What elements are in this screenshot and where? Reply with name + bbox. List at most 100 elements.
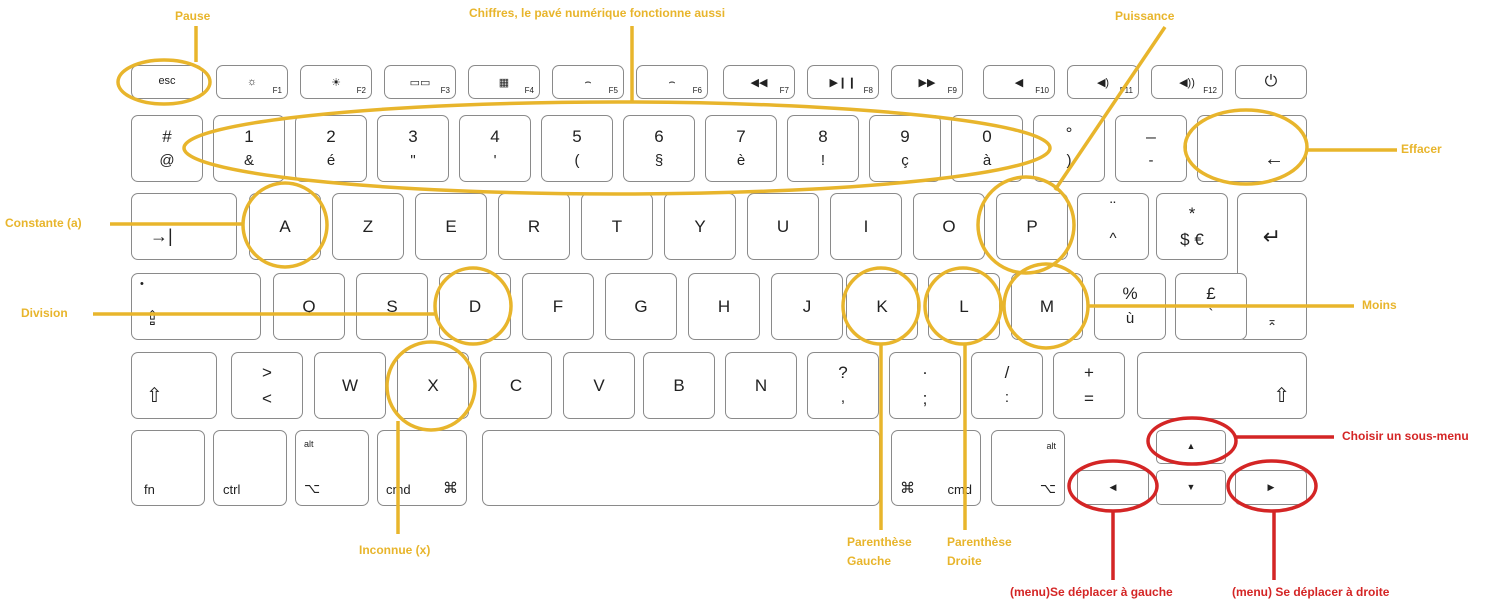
annotation-division: Division xyxy=(21,306,68,320)
key-l[interactable]: L xyxy=(928,273,1000,340)
key-9[interactable]: 9 ç xyxy=(869,115,941,182)
key-o[interactable]: O xyxy=(913,193,985,260)
key-c[interactable]: C xyxy=(480,352,552,419)
key-4[interactable]: 4 ' xyxy=(459,115,531,182)
key-f2[interactable]: ☀ F2 xyxy=(300,65,372,99)
key-minus[interactable]: _ - xyxy=(1115,115,1187,182)
key-pound[interactable]: £ ` xyxy=(1175,273,1247,340)
key-t[interactable]: T xyxy=(581,193,653,260)
key-5[interactable]: 5 ( xyxy=(541,115,613,182)
key-u[interactable]: U xyxy=(747,193,819,260)
key-p[interactable]: P xyxy=(996,193,1068,260)
key-percent[interactable]: % ù xyxy=(1094,273,1166,340)
key-q[interactable]: Q xyxy=(273,273,345,340)
key-fn[interactable]: fn xyxy=(131,430,205,506)
key-j[interactable]: J xyxy=(771,273,843,340)
key-5-top: 5 xyxy=(572,127,582,146)
key-8[interactable]: 8 ! xyxy=(787,115,859,182)
key-3[interactable]: 3 " xyxy=(377,115,449,182)
key-hash[interactable]: # @ xyxy=(131,115,203,182)
key-plus[interactable]: + = xyxy=(1053,352,1125,419)
enter-icon: ↵ xyxy=(1262,224,1282,249)
key-period-top: . xyxy=(922,359,928,378)
key-n[interactable]: N xyxy=(725,352,797,419)
key-period[interactable]: . ; xyxy=(889,352,961,419)
key-5-bottom: ( xyxy=(574,152,580,169)
key-g[interactable]: G xyxy=(605,273,677,340)
key-7-bottom: è xyxy=(736,152,746,169)
key-f4[interactable]: ▦ F4 xyxy=(468,65,540,99)
key-7[interactable]: 7 è xyxy=(705,115,777,182)
key-h[interactable]: H xyxy=(688,273,760,340)
key-b[interactable]: B xyxy=(643,352,715,419)
key-backspace[interactable]: ← xyxy=(1197,115,1307,182)
key-6[interactable]: 6 § xyxy=(623,115,695,182)
key-z[interactable]: Z xyxy=(332,193,404,260)
key-f8[interactable]: ▶❙❙ F8 xyxy=(807,65,879,99)
key-v[interactable]: V xyxy=(563,352,635,419)
key-arrow-up[interactable]: ▲ xyxy=(1156,430,1226,464)
key-question[interactable]: ? , xyxy=(807,352,879,419)
key-i[interactable]: I xyxy=(830,193,902,260)
key-f1[interactable]: ☼ F1 xyxy=(216,65,288,99)
key-0[interactable]: 0 à xyxy=(951,115,1023,182)
key-space[interactable] xyxy=(482,430,880,506)
key-slash[interactable]: / : xyxy=(971,352,1043,419)
key-cmd-right[interactable]: ⌘ cmd xyxy=(891,430,981,506)
key-power[interactable]: ⏻ xyxy=(1235,65,1307,99)
key-period-bottom: ; xyxy=(922,389,928,408)
backspace-icon: ← xyxy=(1264,148,1284,170)
key-f[interactable]: F xyxy=(522,273,594,340)
key-f7[interactable]: ◀◀ F7 xyxy=(723,65,795,99)
key-f3[interactable]: ▭▭ F3 xyxy=(384,65,456,99)
key-d[interactable]: D xyxy=(439,273,511,340)
key-cmd-left[interactable]: cmd ⌘ xyxy=(377,430,467,506)
command-icon: ⌘ xyxy=(443,480,458,497)
key-0-bottom: à xyxy=(982,152,992,169)
key-y[interactable]: Y xyxy=(664,193,736,260)
key-dollar[interactable]: * $ € xyxy=(1156,193,1228,260)
key-m[interactable]: M xyxy=(1011,273,1083,340)
key-esc[interactable]: esc xyxy=(131,65,203,99)
key-f12[interactable]: ◀)) F12 xyxy=(1151,65,1223,99)
key-2[interactable]: 2 é xyxy=(295,115,367,182)
key-shift-right[interactable]: ⇧ xyxy=(1137,352,1307,419)
key-1[interactable]: 1 & xyxy=(213,115,285,182)
key-enter[interactable]: ↵ ⌅ xyxy=(1237,193,1307,340)
key-caret[interactable]: ¨ ^ xyxy=(1077,193,1149,260)
key-ctrl[interactable]: ctrl xyxy=(213,430,287,506)
key-angle[interactable]: > < xyxy=(231,352,303,419)
key-e-label: E xyxy=(445,217,457,236)
key-t-label: T xyxy=(611,217,623,236)
key-arrow-left[interactable]: ◀ xyxy=(1077,470,1149,505)
key-caps-lock[interactable]: • ⇪ xyxy=(131,273,261,340)
key-slash-top: / xyxy=(1004,363,1010,382)
key-f11[interactable]: ◀) F11 xyxy=(1067,65,1139,99)
key-s[interactable]: S xyxy=(356,273,428,340)
arrow-up-icon: ▲ xyxy=(1186,441,1196,451)
key-r[interactable]: R xyxy=(498,193,570,260)
annotation-puissance: Puissance xyxy=(1115,9,1175,23)
key-x[interactable]: X xyxy=(397,352,469,419)
key-6-top: 6 xyxy=(654,127,664,146)
key-f9[interactable]: ▶▶ F9 xyxy=(891,65,963,99)
key-cmd-right-label: cmd xyxy=(947,482,972,497)
key-a[interactable]: A xyxy=(249,193,321,260)
key-alt-right[interactable]: alt ⌥ xyxy=(991,430,1065,506)
key-f5[interactable]: ⌢ F5 xyxy=(552,65,624,99)
key-shift-left[interactable]: ⇧ xyxy=(131,352,217,419)
key-arrow-down[interactable]: ▼ xyxy=(1156,470,1226,505)
key-alt-left[interactable]: alt ⌥ xyxy=(295,430,369,506)
key-w[interactable]: W xyxy=(314,352,386,419)
key-k[interactable]: K xyxy=(846,273,918,340)
key-degree[interactable]: ° ) xyxy=(1033,115,1105,182)
arrow-left-icon: ◀ xyxy=(1109,482,1117,492)
key-arrow-right[interactable]: ▶ xyxy=(1235,470,1307,505)
key-tab[interactable]: →| xyxy=(131,193,237,260)
key-e[interactable]: E xyxy=(415,193,487,260)
key-plus-bottom: = xyxy=(1084,389,1094,408)
key-hash-bottom: @ xyxy=(159,152,175,169)
key-f10[interactable]: ◀ F10 xyxy=(983,65,1055,99)
key-f6[interactable]: ⌢ F6 xyxy=(636,65,708,99)
key-angle-top: > xyxy=(262,363,272,382)
